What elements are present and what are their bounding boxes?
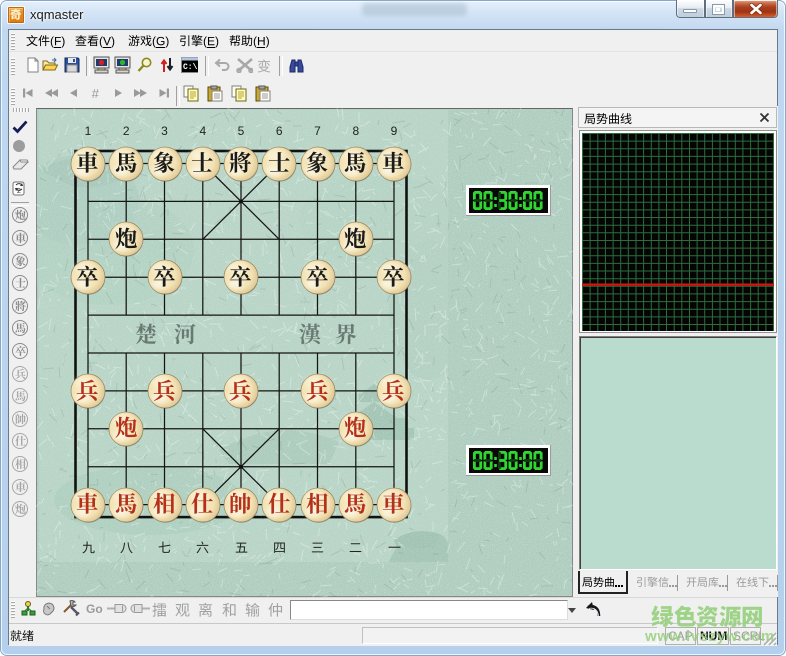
svg-text:7: 7 — [314, 124, 321, 138]
svg-text:8: 8 — [352, 124, 359, 138]
svg-text:2: 2 — [123, 124, 130, 138]
svg-text:3: 3 — [161, 124, 168, 138]
svg-text:6: 6 — [276, 124, 283, 138]
svg-text:4: 4 — [199, 124, 206, 138]
svg-text:9: 9 — [391, 124, 398, 138]
svg-text:1: 1 — [85, 124, 92, 138]
svg-text:5: 5 — [238, 124, 245, 138]
